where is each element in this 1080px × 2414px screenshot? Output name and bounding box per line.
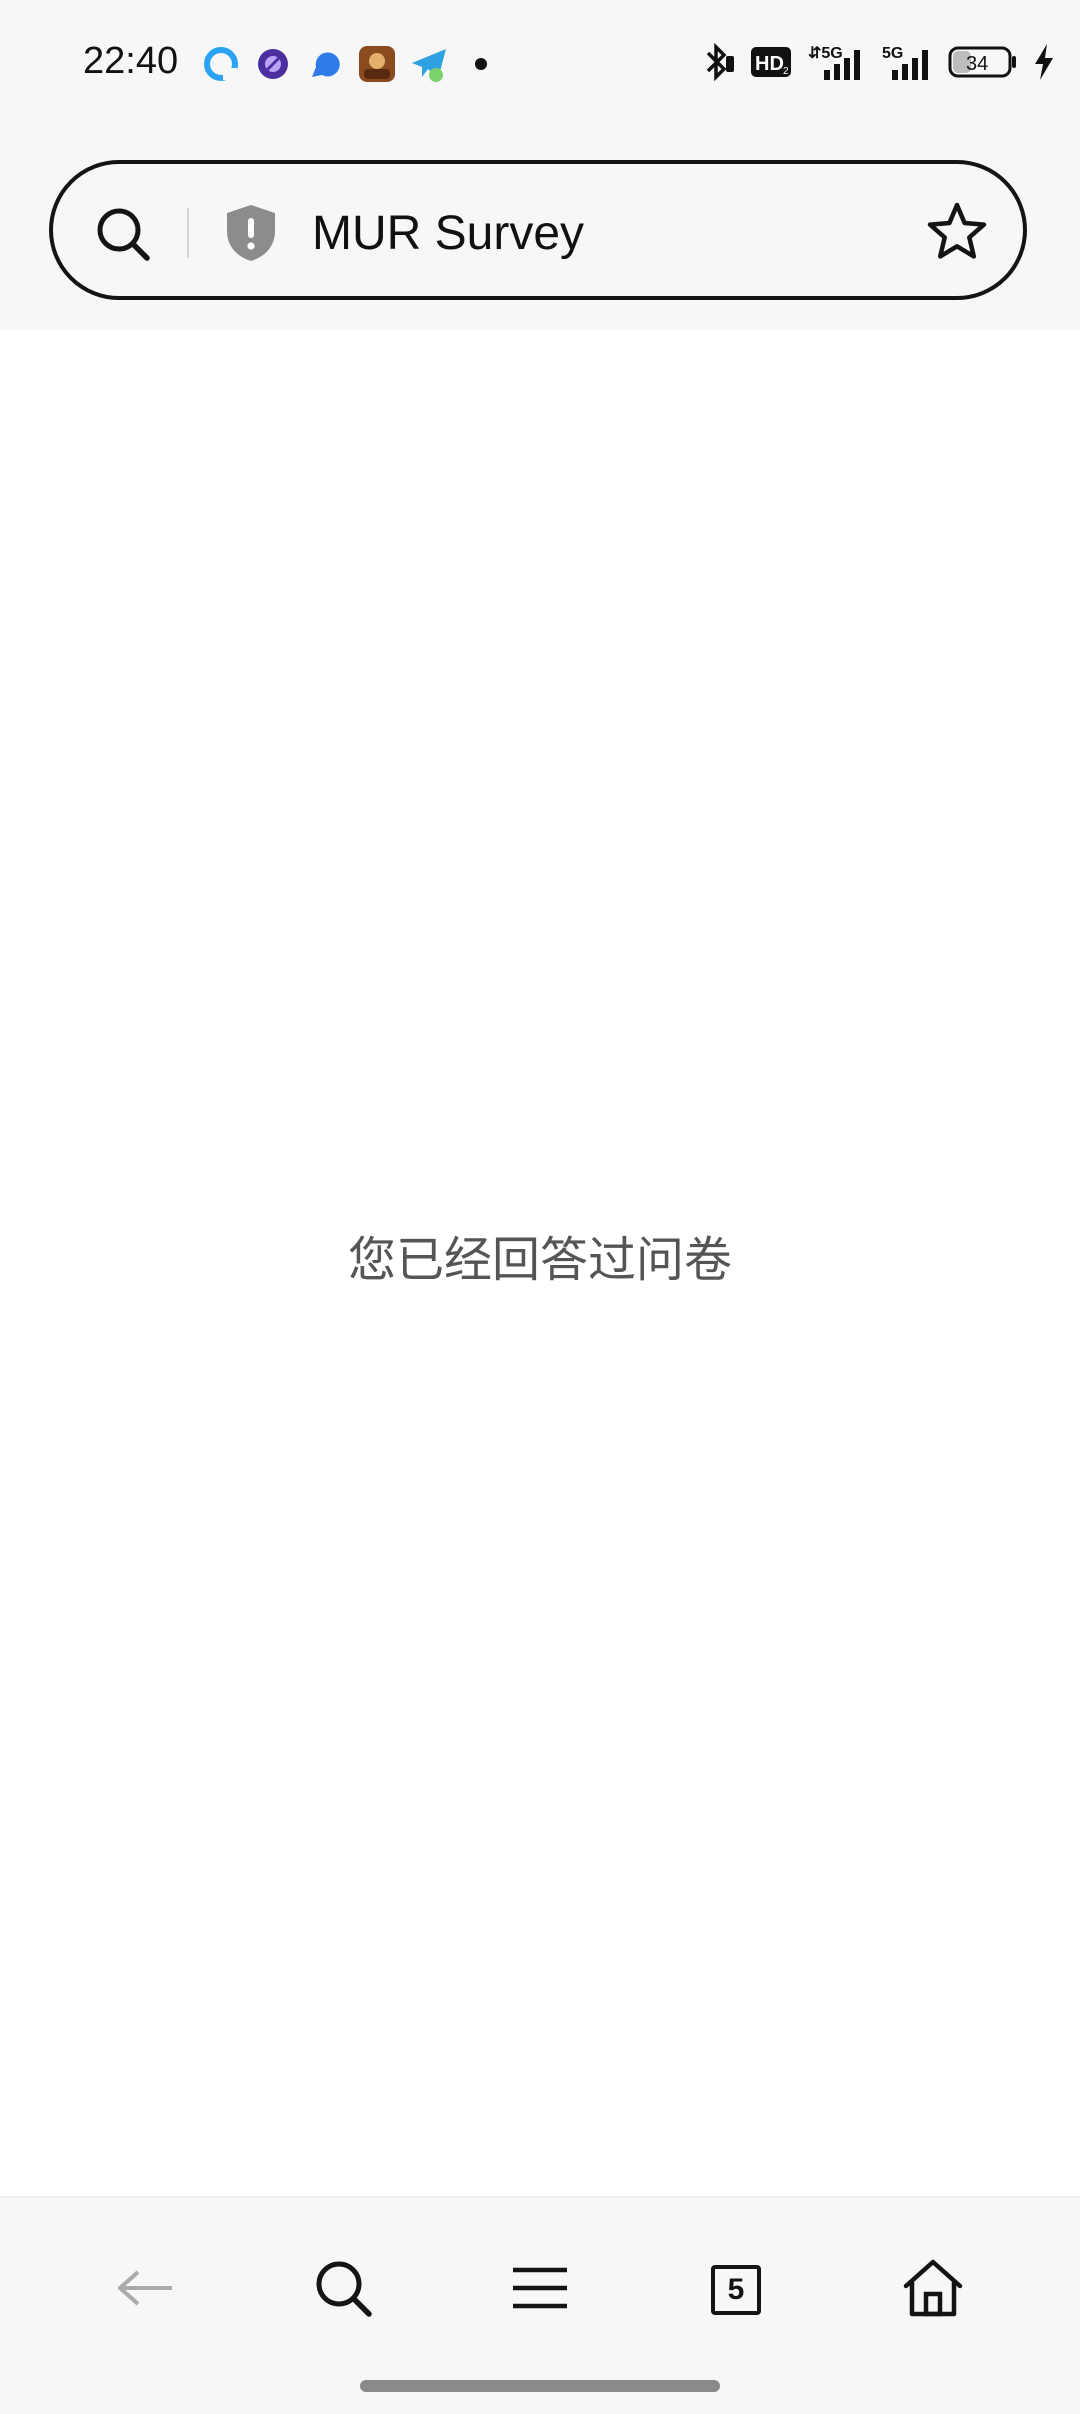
system-status-icons: HD 2 ⇵5G 5G 34	[700, 42, 1056, 86]
page-content: 您已经回答过问卷	[0, 330, 1080, 2196]
bluetooth-icon	[700, 42, 736, 87]
blue-bubble-app-icon	[306, 45, 344, 83]
hd-badge-icon: HD 2	[750, 46, 792, 83]
signal-5g-icon: ⇵5G	[806, 42, 868, 87]
search-icon[interactable]	[93, 204, 153, 264]
browser-page: 22:40 HD 2 ⇵5G 5G 34 MUR Survey 您已经回答过问卷…	[0, 0, 1080, 2414]
svg-text:2: 2	[783, 66, 789, 77]
game-avatar-app-icon	[358, 45, 396, 83]
battery-icon: 34	[948, 44, 1018, 85]
dot-icon	[462, 45, 500, 83]
menu-icon	[511, 2266, 569, 2315]
address-bar-divider	[187, 208, 189, 258]
svg-text:HD: HD	[755, 53, 784, 75]
security-shield-icon[interactable]	[224, 203, 278, 263]
svg-text:⇵5G: ⇵5G	[808, 45, 843, 62]
search-icon	[312, 2257, 374, 2324]
tab-count: 5	[727, 2273, 745, 2306]
svg-text:5G: 5G	[882, 45, 903, 62]
star-icon[interactable]	[925, 200, 989, 264]
home-button[interactable]	[897, 2254, 969, 2326]
menu-button[interactable]	[504, 2254, 576, 2326]
battery-level-text: 34	[966, 53, 988, 75]
tabs-icon: 5	[711, 2265, 761, 2315]
purple-circle-app-icon	[254, 45, 292, 83]
charging-bolt-icon	[1032, 42, 1056, 87]
tabs-button[interactable]: 5	[700, 2254, 772, 2326]
home-icon	[902, 2258, 964, 2323]
address-bar[interactable]: MUR Survey	[49, 160, 1027, 300]
status-time: 22:40	[83, 40, 179, 82]
home-indicator[interactable]	[360, 2380, 720, 2392]
browser-header: 22:40 HD 2 ⇵5G 5G 34 MUR Survey	[0, 0, 1080, 330]
telegram-icon	[410, 45, 448, 83]
status-bar: 22:40 HD 2 ⇵5G 5G 34	[0, 0, 1080, 128]
notification-icons	[202, 44, 500, 84]
signal-5g-secondary-icon: 5G	[882, 42, 934, 87]
search-button[interactable]	[307, 2254, 379, 2326]
page-title[interactable]: MUR Survey	[312, 206, 584, 262]
already-answered-message: 您已经回答过问卷	[347, 1232, 732, 1288]
back-button[interactable]	[110, 2254, 182, 2326]
back-arrow-icon	[116, 2268, 176, 2313]
app-q-icon	[202, 45, 240, 83]
